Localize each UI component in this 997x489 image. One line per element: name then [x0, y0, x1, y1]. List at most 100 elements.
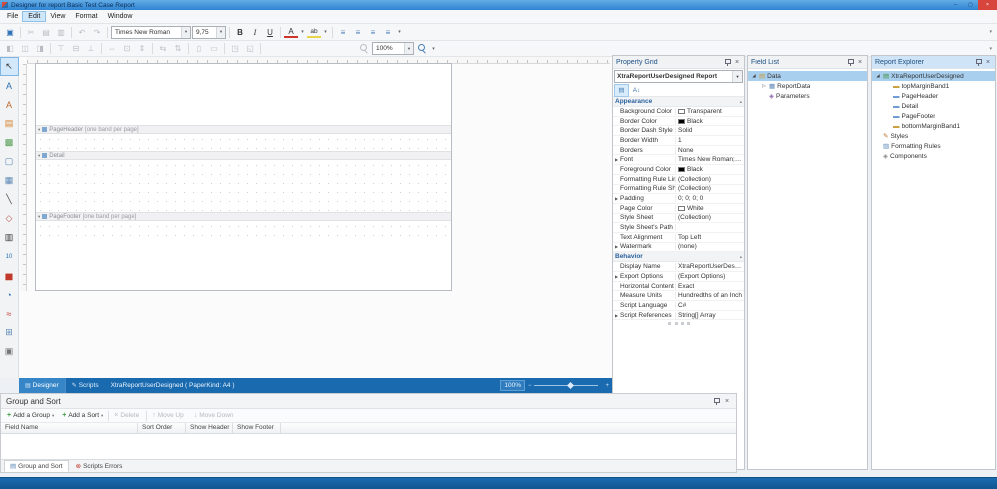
column-header[interactable]: Show Footer	[233, 423, 281, 433]
same-width-icon[interactable]: ⇔	[105, 42, 119, 55]
paste-icon[interactable]: ▥	[54, 26, 68, 39]
zoom-out-icon[interactable]	[357, 42, 371, 55]
delete-button[interactable]: × Delete	[111, 410, 144, 422]
send-to-back-icon[interactable]: ◱	[243, 42, 257, 55]
column-header[interactable]: Field Name	[1, 423, 138, 433]
close-icon[interactable]: ×	[723, 398, 731, 405]
tab-scripts[interactable]: ✎ Scripts	[65, 378, 105, 393]
property-row[interactable]: Horizontal Content Splitting Exact	[613, 282, 744, 292]
align-right-button[interactable]: ≡	[366, 26, 380, 39]
center-horizontally-icon[interactable]: ▯	[192, 42, 206, 55]
property-value[interactable]: (Collection)	[676, 185, 744, 192]
font-color-dropdown-icon[interactable]: ▾	[299, 26, 306, 39]
expander-icon[interactable]: ◢	[875, 73, 881, 79]
node-pagefooter[interactable]: ▬ PageFooter	[872, 111, 995, 121]
text-align-dropdown-icon[interactable]: ▾	[396, 26, 403, 39]
property-row[interactable]: Border Width 1	[613, 136, 744, 146]
zoom-dropdown-icon[interactable]: ▾	[430, 42, 437, 55]
close-icon[interactable]: ×	[733, 59, 741, 66]
same-height-icon[interactable]: ⇕	[135, 42, 149, 55]
category-appearance[interactable]: Appearance ▴	[613, 97, 744, 107]
zoom-decrease-icon[interactable]: −	[528, 383, 532, 389]
align-top-edges-icon[interactable]: ⊤	[54, 42, 68, 55]
center-vertically-icon[interactable]: ▭	[207, 42, 221, 55]
property-row[interactable]: Border Color Black	[613, 117, 744, 127]
bring-to-front-icon[interactable]: ◳	[228, 42, 242, 55]
close-icon[interactable]: ×	[856, 59, 864, 66]
align-left-edges-icon[interactable]: ◧	[3, 42, 17, 55]
horizontal-spacing-icon[interactable]: ⇆	[156, 42, 170, 55]
toolbar-overflow-icon[interactable]: ▾	[989, 29, 994, 35]
pointer-tool[interactable]: ↖	[1, 58, 18, 75]
zoom-percentage[interactable]: 100%	[500, 380, 525, 391]
redo-icon[interactable]: ↷	[90, 26, 104, 39]
band-strip-pageheader[interactable]: ▾ PageHeader [one band per page]	[36, 125, 451, 134]
highlight-dropdown-icon[interactable]: ▾	[322, 26, 329, 39]
group-sort-body[interactable]	[1, 434, 736, 459]
menu-window[interactable]: Window	[103, 12, 138, 21]
align-left-button[interactable]: ≡	[336, 26, 350, 39]
table-tool[interactable]: ▦	[1, 172, 18, 189]
property-row[interactable]: Page Color White	[613, 204, 744, 214]
band-strip-pagefooter[interactable]: ▾ PageFooter [one band per page]	[36, 212, 451, 221]
toolbar-overflow-icon[interactable]: ▾	[989, 46, 994, 52]
zoom-level-combo[interactable]: 100% ▾	[372, 42, 414, 55]
expander-icon[interactable]: ◢	[751, 73, 757, 79]
component-selector-combo[interactable]: XtraReportUserDesigned Report ▾	[614, 70, 743, 83]
property-value[interactable]: 1	[676, 137, 744, 144]
shape-tool[interactable]: ◇	[1, 210, 18, 227]
property-row[interactable]: ▶ Watermark (none)	[613, 243, 744, 253]
close-button[interactable]: ×	[978, 0, 997, 10]
property-row[interactable]: Formatting Rule Sheet (Collection)	[613, 185, 744, 195]
move-down-button[interactable]: ↓ Move Down	[191, 410, 239, 422]
property-value[interactable]: C#	[676, 302, 744, 309]
zoom-slider-thumb[interactable]	[567, 382, 574, 389]
save-icon[interactable]: ▣	[3, 26, 17, 39]
align-bottom-edges-icon[interactable]: ⊥	[84, 42, 98, 55]
categorized-view-button[interactable]: ▤	[615, 85, 628, 96]
add-group-button[interactable]: + Add a Group ▾	[4, 410, 57, 422]
line-tool[interactable]: ╲	[1, 191, 18, 208]
dropdown-arrow-icon[interactable]: ▾	[732, 71, 742, 82]
property-row[interactable]: Foreground Color Black	[613, 165, 744, 175]
tab-group-and-sort[interactable]: ▤ Group and Sort	[4, 460, 69, 472]
property-value[interactable]: Top Left	[676, 234, 744, 241]
property-value[interactable]: String[] Array	[676, 312, 744, 319]
property-row[interactable]: Display Name XtraReportUserDesigned	[613, 262, 744, 272]
close-icon[interactable]: ×	[984, 59, 992, 66]
pin-icon[interactable]	[975, 58, 982, 67]
property-value[interactable]: 0; 0; 0; 0	[676, 195, 744, 202]
node-data[interactable]: ◢ ▤ Data	[748, 71, 867, 81]
menu-edit[interactable]: Edit	[23, 12, 45, 21]
property-row[interactable]: ▶ Script References String[] Array	[613, 311, 744, 321]
dropdown-arrow-icon[interactable]: ▾	[216, 27, 225, 38]
design-surface[interactable]: ▾ PageHeader [one band per page] ▾ Detai…	[19, 57, 612, 378]
align-center-button[interactable]: ≡	[351, 26, 365, 39]
band-area-detail[interactable]	[36, 161, 451, 212]
tab-designer[interactable]: ▤ Designer	[19, 378, 65, 393]
property-value[interactable]: XtraReportUserDesigned	[676, 263, 744, 270]
property-value[interactable]: Solid	[676, 127, 744, 134]
alphabetical-view-button[interactable]: A↕	[630, 85, 643, 96]
align-justify-button[interactable]: ≡	[381, 26, 395, 39]
node-topmarginband1[interactable]: ▬ topMarginBand1	[872, 81, 995, 91]
column-header[interactable]: Sort Order	[138, 423, 186, 433]
zoom-slider[interactable]	[534, 380, 598, 391]
bold-button[interactable]: B	[233, 26, 247, 39]
subreport-tool[interactable]: ▣	[1, 343, 18, 360]
same-size-icon[interactable]: ⊡	[120, 42, 134, 55]
dropdown-arrow-icon[interactable]: ▾	[181, 27, 190, 38]
italic-button[interactable]: I	[248, 26, 262, 39]
font-size-combo[interactable]: 9,75 ▾	[192, 26, 226, 39]
property-value[interactable]: Exact	[676, 283, 744, 290]
highlight-button[interactable]: ab	[307, 26, 321, 38]
property-value[interactable]: Black	[676, 118, 744, 125]
minimize-button[interactable]: ─	[948, 0, 963, 10]
sparkline-tool[interactable]: ≈	[1, 305, 18, 322]
property-value[interactable]: Black	[676, 166, 744, 173]
tab-scripts-errors[interactable]: ⊗ Scripts Errors	[70, 460, 129, 472]
node-reportdata[interactable]: ▷ ▦ ReportData	[748, 81, 867, 91]
column-header[interactable]: Show Header	[186, 423, 233, 433]
underline-button[interactable]: U	[263, 26, 277, 39]
copy-icon[interactable]: ▤	[39, 26, 53, 39]
